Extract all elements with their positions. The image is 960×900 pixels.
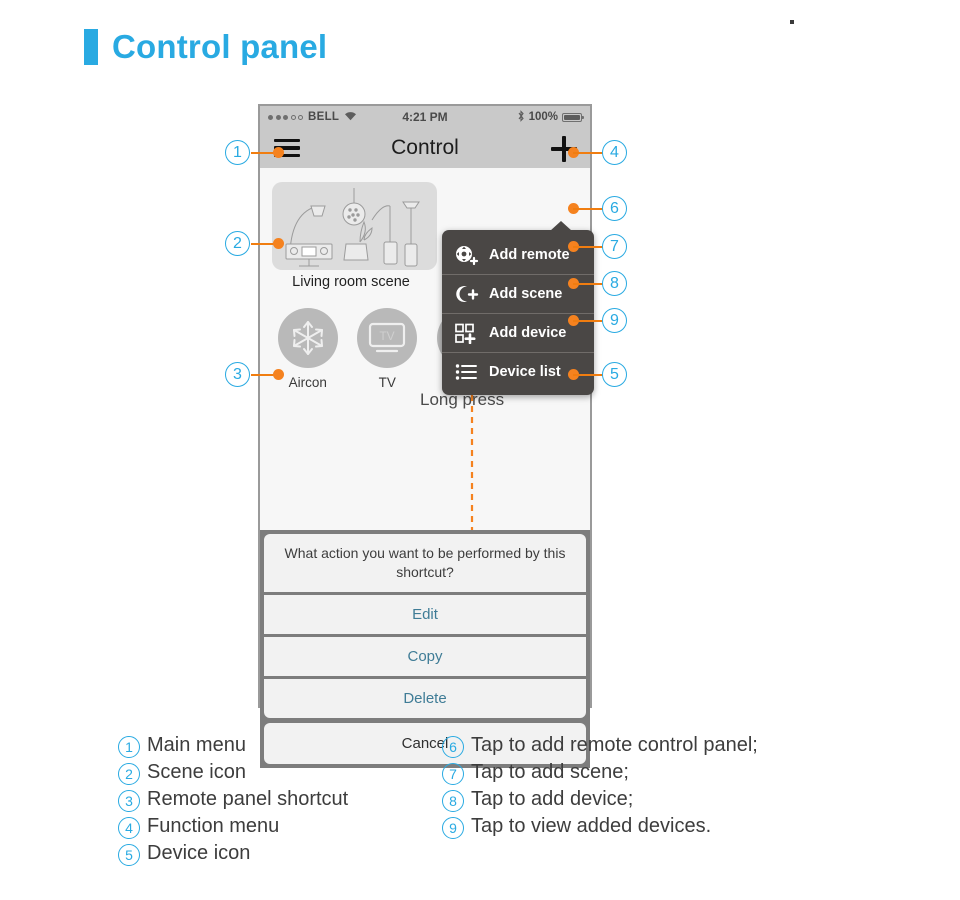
svg-text:TV: TV <box>380 329 395 343</box>
phone-frame: BELL 4:21 PM 100% Control Living room sc… <box>258 104 594 768</box>
menu-item-label: Add remote <box>489 247 570 263</box>
add-scene-moon-icon <box>454 283 480 305</box>
callout-leader-line <box>573 245 603 248</box>
stray-dot-mark <box>790 20 794 24</box>
legend-number: 6 <box>442 736 464 758</box>
callout-leader-dot <box>273 369 284 380</box>
callout-leader-line <box>573 373 603 376</box>
legend-text: Tap to view added devices. <box>471 815 712 837</box>
legend-number: 5 <box>118 844 140 866</box>
action-sheet-delete[interactable]: Delete <box>264 679 586 718</box>
living-room-scene-illustration <box>285 188 420 267</box>
legend-item-8: 8 Tap to add device; <box>442 787 842 812</box>
legend-item-9: 9 Tap to view added devices. <box>442 814 842 839</box>
callout-3: 3 <box>225 362 285 387</box>
legend-text: Device icon <box>147 842 251 864</box>
status-bar-time: 4:21 PM <box>402 110 448 124</box>
status-bar: BELL 4:21 PM 100% <box>260 106 590 128</box>
menu-item-label: Device list <box>489 364 561 380</box>
legend-item-4: 4 Function menu <box>118 814 418 839</box>
page-title: Control panel <box>84 28 327 66</box>
nav-title: Control <box>391 136 459 159</box>
legend-number: 8 <box>442 790 464 812</box>
legend: 1 Main menu 2 Scene icon 3 Remote panel … <box>118 733 878 866</box>
add-remote-icon <box>454 244 480 266</box>
callout-leader-line <box>573 319 603 322</box>
action-sheet-copy[interactable]: Copy <box>264 637 586 676</box>
nav-bar: Control <box>260 128 590 168</box>
legend-number: 7 <box>442 763 464 785</box>
callout-2: 2 <box>225 231 285 256</box>
scene-card[interactable] <box>272 182 437 270</box>
legend-number: 4 <box>118 817 140 839</box>
device-list-icon <box>454 361 480 383</box>
callout-number: 6 <box>602 196 627 221</box>
legend-item-2: 2 Scene icon <box>118 760 418 785</box>
menu-item-label: Add device <box>489 325 567 341</box>
legend-text: Tap to add device; <box>471 788 634 810</box>
legend-item-6: 6 Tap to add remote control panel; <box>442 733 842 758</box>
legend-column-left: 1 Main menu 2 Scene icon 3 Remote panel … <box>118 733 418 866</box>
page-title-text: Control panel <box>112 28 328 65</box>
legend-text: Scene icon <box>147 761 246 783</box>
action-sheet-group: What action you want to be performed by … <box>264 534 586 718</box>
add-device-grid-icon <box>454 322 480 344</box>
scene-label: Living room scene <box>292 274 410 290</box>
legend-text: Tap to add scene; <box>471 761 629 783</box>
callout-number: 3 <box>225 362 250 387</box>
callout-leader-line <box>573 282 603 285</box>
legend-item-7: 7 Tap to add scene; <box>442 760 842 785</box>
legend-text: Function menu <box>147 815 280 837</box>
legend-item-1: 1 Main menu <box>118 733 418 758</box>
callout-number: 8 <box>602 271 627 296</box>
callout-number: 2 <box>225 231 250 256</box>
app-screen: Living room scene Aircon TV TV Long pres… <box>260 168 594 768</box>
legend-number: 2 <box>118 763 140 785</box>
snowflake-icon <box>277 308 338 368</box>
legend-number: 1 <box>118 736 140 758</box>
device-label: TV <box>378 375 396 390</box>
callout-number: 1 <box>225 140 250 165</box>
callout-leader-line <box>573 207 603 210</box>
callout-1: 1 <box>225 140 285 165</box>
callout-number: 7 <box>602 234 627 259</box>
legend-text: Tap to add remote control panel; <box>471 734 758 756</box>
legend-item-3: 3 Remote panel shortcut <box>118 787 418 812</box>
legend-item-5: 5 Device icon <box>118 841 418 866</box>
action-sheet-title: What action you want to be performed by … <box>264 534 586 592</box>
title-accent-bar <box>84 29 98 65</box>
legend-column-right: 6 Tap to add remote control panel; 7 Tap… <box>442 733 842 866</box>
menu-item-label: Add scene <box>489 286 563 302</box>
callout-number: 9 <box>602 308 627 333</box>
legend-number: 9 <box>442 817 464 839</box>
page-root: Control panel BELL 4:21 PM 100% Control … <box>0 0 960 900</box>
action-sheet-edit[interactable]: Edit <box>264 595 586 634</box>
device-shortcut-tv[interactable]: TV TV <box>354 308 420 390</box>
callout-leader-dot <box>273 147 284 158</box>
legend-text: Remote panel shortcut <box>147 788 349 810</box>
tv-icon: TV <box>357 308 418 368</box>
battery-full-icon <box>562 112 584 122</box>
callout-number: 4 <box>602 140 627 165</box>
callout-leader-dot <box>273 238 284 249</box>
callout-number: 5 <box>602 362 627 387</box>
legend-text: Main menu <box>147 734 246 756</box>
callout-leader-line <box>573 151 603 154</box>
legend-number: 3 <box>118 790 140 812</box>
